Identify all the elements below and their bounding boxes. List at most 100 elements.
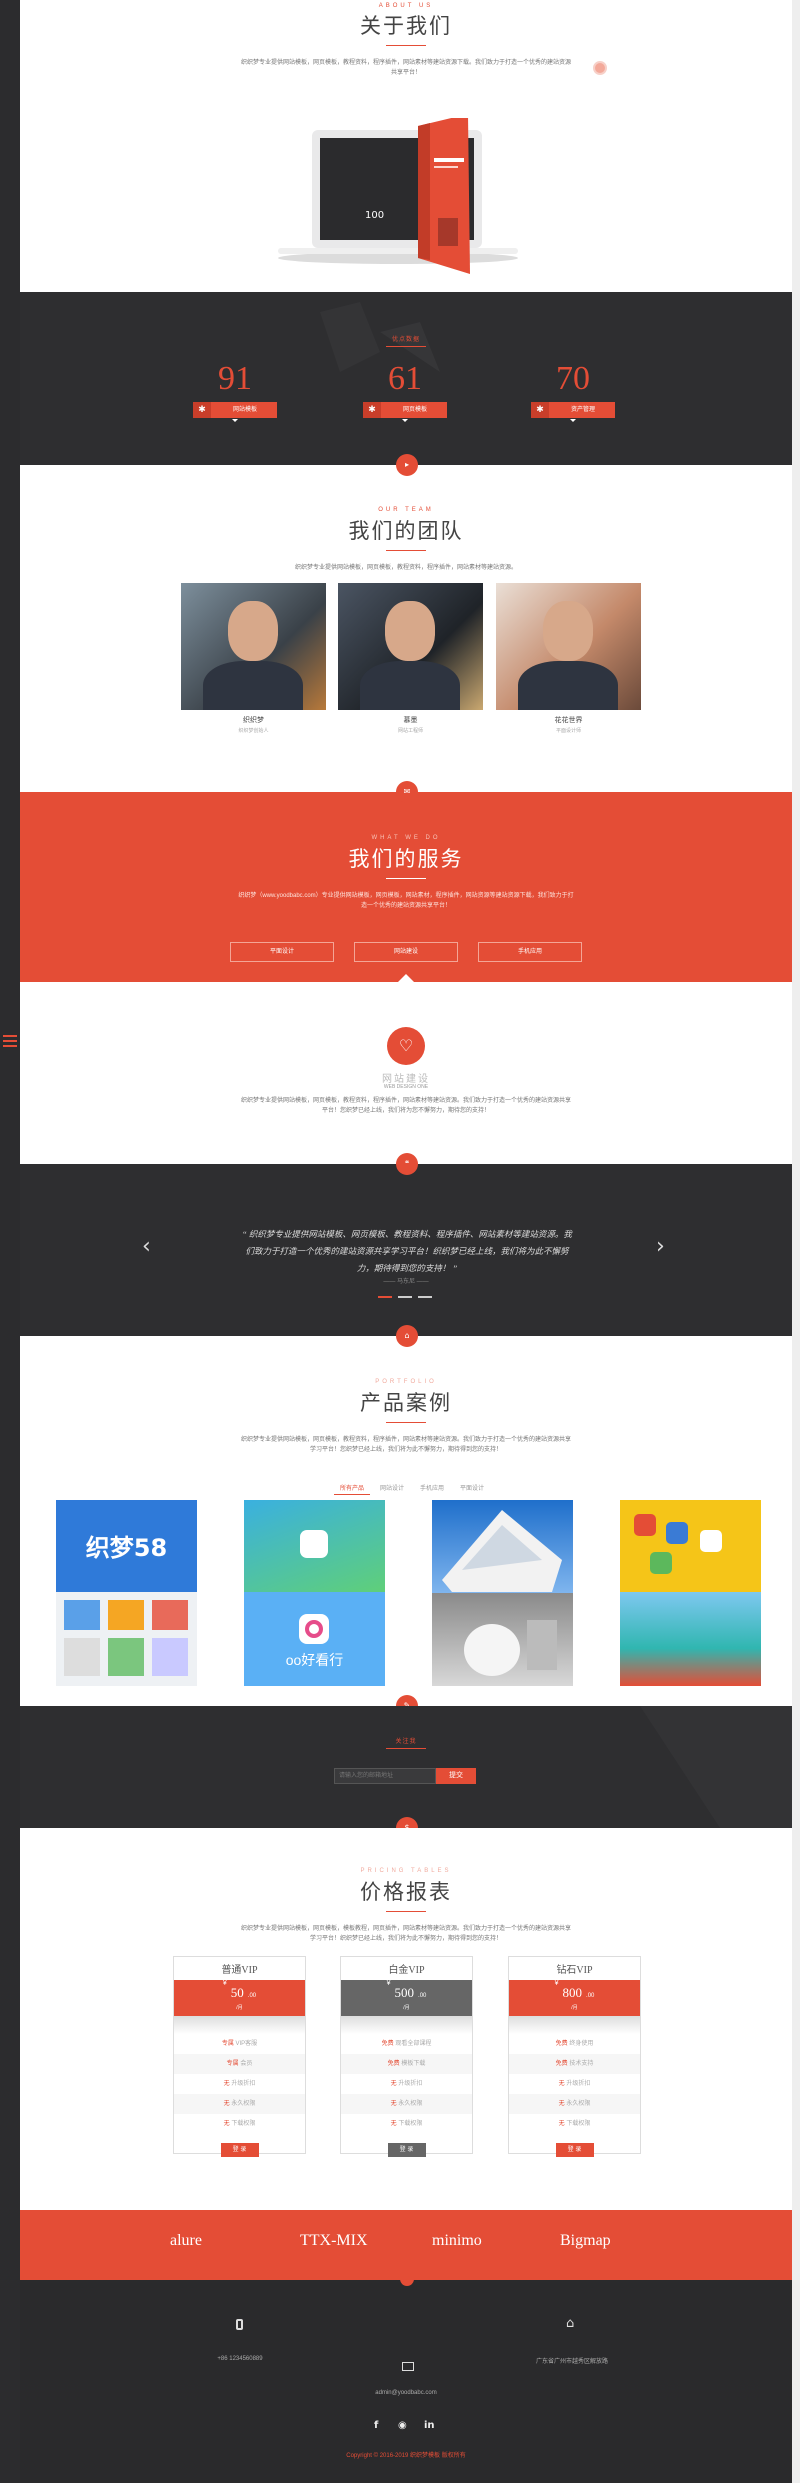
team-underline [386,550,426,551]
stats-subtitle: 优点数据 [391,337,420,343]
plan-login-button[interactable]: 登 录 [220,2143,259,2157]
ring-logo-icon [299,1614,329,1644]
footer-top-badge [400,2280,414,2286]
badge-testimonial-bottom: ⌂ [396,1325,418,1347]
portfolio-tab[interactable]: 手机应用 [414,1483,450,1494]
feature-tag: 无 [390,2121,397,2127]
badge-detail-bottom: ❝ [396,1153,418,1175]
service-button[interactable]: 手机应用 [478,942,582,962]
plan-price: 50 [230,1985,244,2000]
book-badge: 100 [365,210,384,221]
home-icon: ⌂ [566,2316,575,2331]
plan-period: /月 [403,2005,410,2011]
plan-cents: .00 [247,1993,257,1999]
email-input[interactable] [334,1768,436,1784]
team-member-photo [496,583,641,710]
service-detail-section: ♡ 网站建设 WEB DESIGN ONE 织织梦专业提供网站模板，网页模板，教… [20,982,792,1164]
pricing-card: 钻石VIP ¥ 800 .00 /月 免费 终身使用 免费 技术支持 无 升级折… [508,1956,641,2157]
feature-tag: 专属 [221,2041,234,2047]
stat-pointer [402,419,408,422]
team-title: 我们的团队 [348,519,464,543]
portfolio-item-architecture[interactable] [432,1500,573,1686]
plan-feature: 无 永久权限 [341,2094,472,2114]
plan-feature: 专属 会员 [174,2054,305,2074]
subscribe-underline [386,1748,426,1749]
active-pointer [398,974,414,982]
plan-login-button[interactable]: 登 录 [387,2143,426,2157]
stat-pointer [570,419,576,422]
portfolio-underline [386,1422,426,1423]
plan-currency: ¥ [386,1980,391,1987]
subscribe-section: 关注我 提交 $ [20,1706,792,1828]
team-member-card[interactable]: 慕墨 网站工程师 [338,583,483,734]
menu-icon[interactable] [3,1035,17,1047]
heart-icon: ♡ [387,1027,425,1065]
carousel-dot[interactable] [418,1296,432,1298]
oo-label: oo好看行 [285,1652,344,1668]
team-member-card[interactable]: 织织梦 织织梦创始人 [181,583,326,734]
mail-icon [402,2362,414,2371]
footer-phone: +86 1234560889 [217,2356,263,2362]
carousel-dot-active[interactable] [378,1296,392,1298]
stat-label: 网站模板 [232,407,257,413]
portfolio-item-app[interactable]: oo好看行 [244,1500,385,1686]
stats-underline [386,346,426,347]
service-button[interactable]: 平面设计 [230,942,334,962]
plan-login-button[interactable]: 登 录 [555,2143,594,2157]
subscribe-button[interactable]: 提交 [436,1768,476,1784]
plan-cents: .00 [418,1993,427,1999]
carousel-dot[interactable] [398,1296,412,1298]
facebook-icon[interactable]: f [374,2420,378,2431]
badge-stats-bottom: ▸ [396,454,418,476]
feature-tag: 免费 [387,2061,400,2067]
brand-logo[interactable]: minimo [432,2232,532,2250]
portfolio-item-icons[interactable] [620,1500,761,1686]
plan-feature: 专属 VIP客服 [174,2034,305,2054]
plan-feature: 免费 技术支持 [509,2054,640,2074]
linkedin-icon[interactable]: in [424,2420,435,2431]
footer-section: +86 1234560889 ⌂ 广东省广州市越秀区解放路 admin@yood… [20,2280,792,2483]
team-member-card[interactable]: 花花世界 平面设计师 [496,583,641,734]
about-underline [386,45,426,46]
stat-label: 资产管理 [570,407,595,413]
next-arrow-icon[interactable]: › [656,1234,665,1259]
pricing-underline [386,1911,426,1912]
portfolio-tab[interactable]: 所有产品 [334,1483,370,1495]
portfolio-tab[interactable]: 平面设计 [454,1483,490,1494]
brand-logo[interactable]: Bigmap [560,2232,660,2250]
scrollbar-track[interactable] [792,0,800,2483]
feature-text: 观看全部课程 [395,2041,432,2047]
weibo-icon[interactable]: ◉ [398,2420,407,2431]
team-member-name: 花花世界 [554,717,583,724]
team-member-role: 网站工程师 [397,728,423,734]
brand-logo[interactable]: alure [170,2232,270,2250]
portfolio-item-dede58[interactable]: 织梦58 [56,1500,197,1686]
copyright: Copyright © 2016-2019 织织梦模板 版权所有 [346,2453,466,2459]
brand-logo[interactable]: TTX-MIX [300,2232,400,2250]
service-detail-subtitle: WEB DESIGN ONE [383,1084,429,1090]
feature-tag: 无 [390,2081,397,2087]
cat-icon: ✱ [193,402,211,418]
feature-tag: 免费 [381,2041,394,2047]
stat-item: 70 ✱ 资产管理 [528,360,618,422]
service-detail-description: 织织梦专业提供网站模板，网页模板，教程资料，程序插件，网站素材等建站资源。我们致… [241,1098,572,1114]
phone-icon [236,2319,243,2330]
feature-text: 升级折扣 [231,2081,256,2087]
prev-arrow-icon[interactable]: ‹ [142,1234,151,1259]
building-photo [442,1510,562,1676]
left-side-rail [0,0,20,2483]
service-button[interactable]: 网站建设 [354,942,458,962]
about-subtitle: ABOUT US [378,3,434,9]
pricing-card: 白金VIP ¥ 500 .00 /月 免费 观看全部课程 免费 模板下载 无 升… [340,1956,473,2157]
services-description: 织织梦（www.yoodbabc.com）专业提供网站模板，网页模板，网站素材，… [238,893,574,909]
feature-tag: 专属 [226,2061,239,2067]
portfolio-tab[interactable]: 网站设计 [374,1483,410,1494]
plan-period: /月 [571,2005,578,2011]
pricing-section: PRICING TABLES 价格报表 织织梦专业提供网站模板，网页模板，模板教… [20,1828,792,2210]
team-member-name: 慕墨 [403,717,418,724]
services-underline [386,878,426,879]
stat-value: 61 [388,360,422,397]
team-member-photo [181,583,326,710]
chat-icon[interactable] [593,61,607,75]
plan-name: 普通VIP [221,1965,258,1976]
